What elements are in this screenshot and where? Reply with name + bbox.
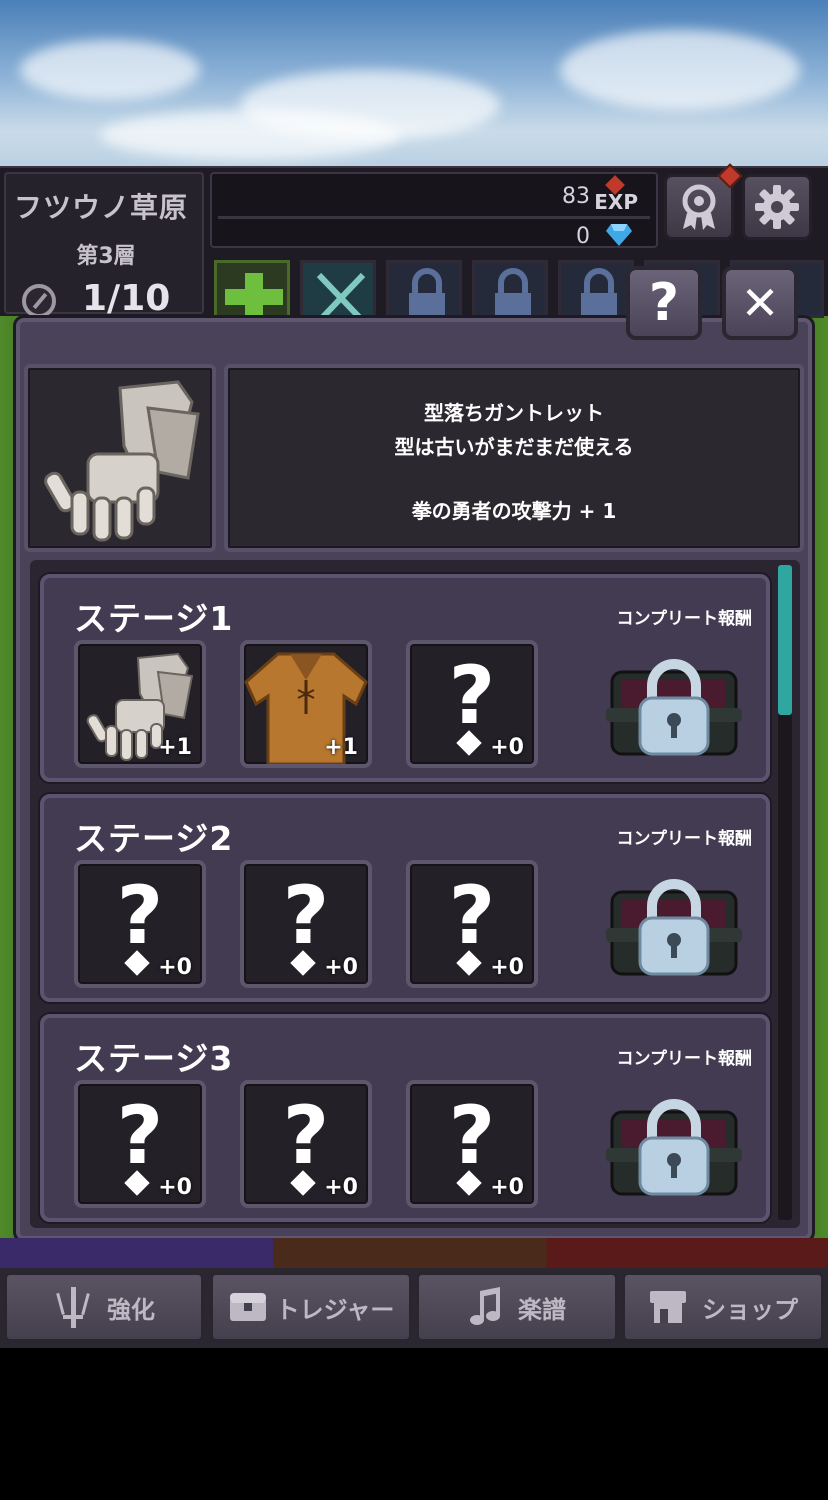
sword-icon: [56, 1287, 90, 1328]
achievements-button[interactable]: [664, 163, 743, 240]
treasure-icon: [229, 1293, 266, 1321]
stage-card-2: ステージ2 コンプリート報酬 ? +0 ? +0 ? +0: [40, 794, 770, 1002]
medal-icon: [682, 184, 716, 230]
selected-item-frame: [24, 364, 216, 552]
tab-sheet-music[interactable]: 楽譜: [416, 1272, 618, 1342]
item-slot-3[interactable]: ? +0: [406, 640, 538, 768]
stage-title: ステージ3: [74, 1039, 234, 1078]
stage-title: ステージ1: [74, 599, 234, 638]
tab-label: トレジャー: [275, 1295, 395, 1324]
padlock-icon: [581, 268, 617, 315]
item-count: +1: [324, 735, 358, 760]
gauntlet-icon: [44, 380, 200, 542]
tab-upgrade[interactable]: 強化: [4, 1272, 204, 1342]
exp-value: 83: [562, 184, 590, 209]
unknown-icon: ?: [448, 1089, 496, 1182]
tab-label: 楽譜: [518, 1295, 566, 1324]
scrollbar[interactable]: [778, 565, 792, 1220]
skill-slot-locked-2[interactable]: [472, 260, 548, 318]
sky-background: [0, 0, 828, 175]
stage-card-1: ステージ1 コンプリート報酬 +1 +1 ? +0: [40, 574, 770, 782]
complete-reward-label: コンプリート報酬: [616, 1049, 753, 1069]
top-hud: フツウノ草原 第3層 1/10 83 EXP 0: [0, 163, 828, 319]
item-count: +0: [158, 955, 192, 980]
settings-button[interactable]: [742, 174, 812, 240]
tab-label: 強化: [107, 1295, 155, 1324]
skill-slot-swords[interactable]: [300, 260, 376, 318]
diamond-icon: [606, 224, 632, 246]
item-slot-1[interactable]: +1: [74, 640, 206, 768]
skill-slot-locked-3[interactable]: [558, 260, 634, 318]
exp-divider: [218, 216, 650, 219]
item-count: +0: [490, 1175, 524, 1200]
stage-title: ステージ2: [74, 819, 234, 858]
item-count: +0: [324, 955, 358, 980]
unknown-icon: ?: [448, 649, 496, 742]
item-count: +0: [324, 1175, 358, 1200]
crossed-swords-icon: [316, 272, 366, 315]
complete-reward-label: コンプリート報酬: [616, 829, 753, 849]
item-slot-2[interactable]: ? +0: [240, 860, 372, 988]
music-note-icon: [470, 1287, 500, 1325]
exp-label: EXP: [594, 190, 638, 214]
tab-treasure[interactable]: トレジャー: [210, 1272, 412, 1342]
padlock-icon: [409, 268, 445, 315]
area-progress: 1/10: [82, 278, 171, 319]
locked-chest-icon[interactable]: [606, 1090, 742, 1202]
item-effect: 拳の勇者の攻撃力 + 1: [411, 499, 617, 523]
skill-slot-heal[interactable]: [214, 260, 290, 318]
tab-label: ショップ: [702, 1295, 798, 1324]
compass-icon: [22, 284, 56, 318]
cross-icon: [225, 273, 283, 315]
shop-icon: [650, 1291, 686, 1323]
padlock-icon: [495, 268, 531, 315]
item-name: 型落ちガントレット: [424, 401, 604, 425]
item-slot-2[interactable]: ? +0: [240, 1080, 372, 1208]
tab-shop[interactable]: ショップ: [622, 1272, 824, 1342]
unknown-icon: ?: [116, 869, 164, 962]
item-count: +0: [490, 735, 524, 760]
unknown-icon: ?: [116, 1089, 164, 1182]
bottom-panel-strip: [0, 1238, 828, 1270]
item-slot-3[interactable]: ? +0: [406, 1080, 538, 1208]
unknown-icon: ?: [282, 1089, 330, 1182]
complete-reward-label: コンプリート報酬: [616, 609, 753, 629]
item-slot-2[interactable]: +1: [240, 640, 372, 768]
scroll-thumb[interactable]: [778, 565, 792, 715]
locked-chest-icon[interactable]: [606, 650, 742, 762]
help-button[interactable]: ?: [626, 266, 702, 340]
locked-chest-icon[interactable]: [606, 870, 742, 982]
notification-badge: [717, 163, 743, 189]
stats-panel: 83 EXP 0: [210, 172, 658, 249]
close-button[interactable]: ✕: [722, 266, 798, 340]
item-count: +0: [490, 955, 524, 980]
gear-icon: [755, 185, 799, 229]
item-count: +1: [158, 735, 192, 760]
stage-card-3: ステージ3 コンプリート報酬 ? +0 ? +0 ? +0: [40, 1014, 770, 1222]
area-info: フツウノ草原 第3層 1/10: [4, 172, 204, 319]
item-slot-1[interactable]: ? +0: [74, 1080, 206, 1208]
item-flavor-text: 型は古いがまだまだ使える: [394, 435, 634, 459]
item-count: +0: [158, 1175, 192, 1200]
unknown-icon: ?: [282, 869, 330, 962]
skill-slot-locked-1[interactable]: [386, 260, 462, 318]
area-name: フツウノ草原: [14, 191, 189, 224]
item-slot-3[interactable]: ? +0: [406, 860, 538, 988]
item-description-panel: 型落ちガントレット 型は古いがまだまだ使える 拳の勇者の攻撃力 + 1: [224, 364, 804, 552]
gem-value: 0: [576, 224, 590, 249]
area-floor: 第3層: [76, 244, 136, 269]
unknown-icon: ?: [448, 869, 496, 962]
item-slot-1[interactable]: ? +0: [74, 860, 206, 988]
